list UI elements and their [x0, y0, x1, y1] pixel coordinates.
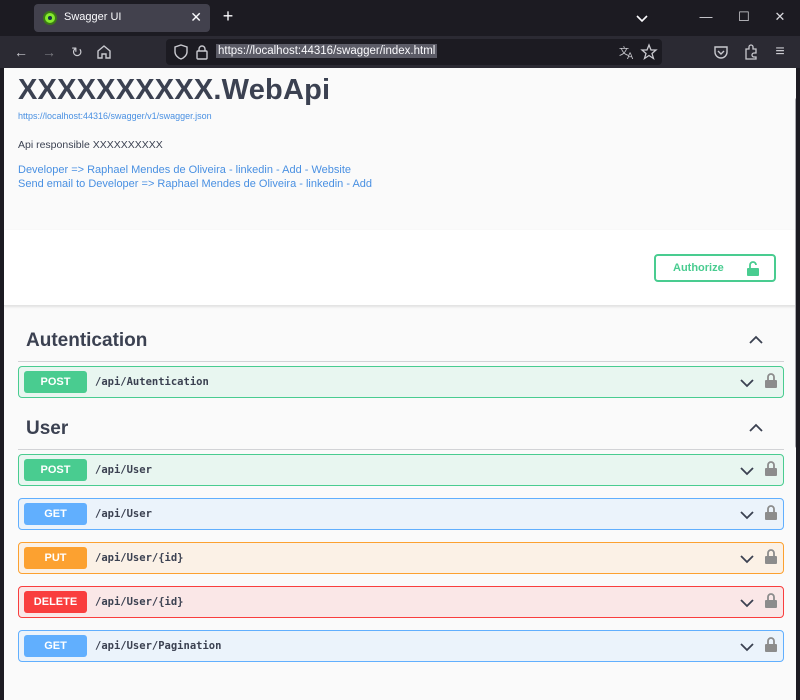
operation-get-user[interactable]: GET /api/User — [18, 498, 784, 530]
address-bar[interactable]: https://localhost:44316/swagger/index.ht… — [166, 39, 662, 65]
extensions-icon[interactable] — [742, 43, 760, 61]
api-description: Api responsible XXXXXXXXXX — [18, 139, 163, 151]
menu-icon[interactable]: ≡ — [769, 41, 791, 63]
authorize-button[interactable]: Authorize — [654, 254, 776, 282]
api-info: XXXXXXXXXX.WebApi https://localhost:4431… — [4, 68, 796, 230]
tab-title: Swagger UI — [64, 11, 122, 23]
swagger-favicon-icon — [43, 11, 57, 25]
operation-path: /api/User/{id} — [95, 552, 184, 564]
operation-post-autentication[interactable]: POST /api/Autentication — [18, 366, 784, 398]
close-window-icon[interactable]: ✕ — [770, 8, 790, 28]
shield-icon[interactable] — [172, 43, 190, 61]
reload-icon[interactable]: ↻ — [66, 41, 88, 63]
operation-path: /api/User/Pagination — [95, 640, 222, 652]
svg-text:A: A — [627, 52, 634, 61]
contact-developer-link[interactable]: Developer => Raphael Mendes de Oliveira … — [18, 164, 351, 176]
operation-path: /api/Autentication — [95, 376, 209, 388]
browser-tab-strip: Swagger UI ✕ + — ☐ ✕ — [0, 0, 800, 36]
method-badge: DELETE — [24, 591, 87, 613]
chevron-down-icon[interactable] — [739, 463, 755, 479]
operation-path: /api/User — [95, 508, 152, 520]
page-scrollbar[interactable] — [794, 68, 796, 700]
list-all-tabs-icon[interactable] — [632, 8, 652, 28]
method-badge: GET — [24, 635, 87, 657]
scheme-container: Authorize — [4, 230, 796, 306]
scrollbar-thumb[interactable] — [795, 98, 796, 448]
lock-icon[interactable] — [193, 43, 211, 61]
method-badge: POST — [24, 371, 87, 393]
navigation-toolbar: ← → ↻ https://localhost:44316/swagger/in… — [0, 36, 800, 68]
tag-divider — [18, 361, 784, 362]
method-badge: PUT — [24, 547, 87, 569]
tag-divider — [18, 449, 784, 450]
browser-tab[interactable]: Swagger UI ✕ — [34, 4, 210, 32]
chevron-down-icon[interactable] — [739, 551, 755, 567]
lock-icon[interactable] — [764, 505, 778, 521]
operation-path: /api/User — [95, 464, 152, 476]
collapse-tag-icon[interactable] — [746, 418, 766, 438]
minimize-icon[interactable]: — — [696, 8, 716, 28]
chevron-down-icon[interactable] — [739, 595, 755, 611]
lock-icon[interactable] — [764, 593, 778, 609]
lock-icon[interactable] — [764, 637, 778, 653]
lock-icon[interactable] — [764, 549, 778, 565]
operation-path: /api/User/{id} — [95, 596, 184, 608]
url-text[interactable]: https://localhost:44316/swagger/index.ht… — [216, 44, 438, 58]
operation-get-user-pagination[interactable]: GET /api/User/Pagination — [18, 630, 784, 662]
method-badge: GET — [24, 503, 87, 525]
maximize-icon[interactable]: ☐ — [734, 8, 754, 28]
authorize-label: Authorize — [673, 262, 724, 274]
operation-delete-user-id[interactable]: DELETE /api/User/{id} — [18, 586, 784, 618]
pocket-icon[interactable] — [712, 43, 730, 61]
contact-email-link[interactable]: Send email to Developer => Raphael Mende… — [18, 178, 372, 190]
tag-title-user[interactable]: User — [26, 418, 68, 440]
operation-post-user[interactable]: POST /api/User — [18, 454, 784, 486]
new-tab-icon[interactable]: + — [218, 6, 238, 28]
chevron-down-icon[interactable] — [739, 507, 755, 523]
forward-icon[interactable]: → — [38, 41, 60, 63]
bookmark-star-icon[interactable] — [640, 43, 658, 61]
unlocked-icon — [747, 261, 759, 276]
translate-icon[interactable]: 文 A — [618, 43, 636, 61]
method-badge: POST — [24, 459, 87, 481]
back-icon[interactable]: ← — [10, 41, 32, 63]
swagger-json-link[interactable]: https://localhost:44316/swagger/v1/swagg… — [18, 111, 212, 121]
chevron-down-icon[interactable] — [739, 375, 755, 391]
tag-title-autentication[interactable]: Autentication — [26, 330, 147, 352]
home-icon[interactable] — [95, 43, 113, 61]
operation-put-user-id[interactable]: PUT /api/User/{id} — [18, 542, 784, 574]
collapse-tag-icon[interactable] — [746, 330, 766, 350]
api-title: XXXXXXXXXX.WebApi — [18, 74, 331, 106]
close-tab-icon[interactable]: ✕ — [190, 9, 202, 25]
swagger-page: XXXXXXXXXX.WebApi https://localhost:4431… — [4, 68, 796, 700]
chevron-down-icon[interactable] — [739, 639, 755, 655]
lock-icon[interactable] — [764, 373, 778, 389]
lock-icon[interactable] — [764, 461, 778, 477]
